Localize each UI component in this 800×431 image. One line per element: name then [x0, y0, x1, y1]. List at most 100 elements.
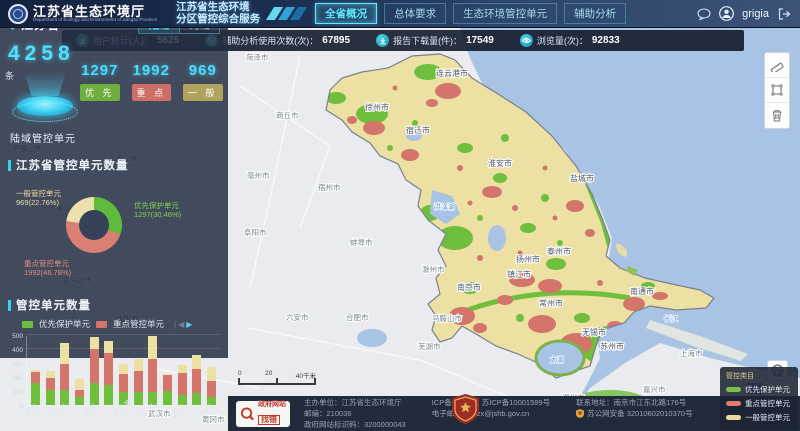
bar	[75, 379, 84, 405]
key-tag: 重 点	[132, 84, 172, 101]
count-priority: 1297 优 先	[80, 62, 120, 145]
footer-address: 南京市江东北路176号	[614, 398, 687, 407]
download-icon	[376, 34, 389, 47]
org-subtitle: Department of Ecology and Environment of…	[33, 18, 157, 23]
scale-tick: 40千米	[296, 370, 316, 380]
legend-pager[interactable]: |◀▶	[174, 320, 192, 329]
map-scale-bar: 0 20 40千米	[238, 370, 316, 385]
map-label: 镇江市	[507, 269, 531, 279]
legend-item-general: 一般管控单元	[726, 412, 792, 423]
logout-icon[interactable]	[777, 6, 792, 21]
measure-distance-icon[interactable]	[765, 53, 789, 78]
footer-zip: 210036	[327, 409, 352, 418]
scale-tick: 20	[265, 370, 272, 380]
total-units-value: 4258	[8, 42, 75, 65]
legend-chip-green	[22, 321, 33, 328]
donut-label-key: 重点管控单元1992(46.78%)	[24, 259, 71, 278]
donut-section-title: 江苏省管控单元数量	[8, 157, 220, 173]
avatar-icon[interactable]	[719, 6, 734, 21]
map-label: 商丘市	[276, 110, 299, 120]
username[interactable]: grigia	[742, 8, 769, 20]
map-label: 嘉兴市	[643, 384, 666, 394]
footer-host: 江苏省生态环境厅	[342, 398, 402, 407]
legend-chip-yellow	[726, 415, 741, 420]
map-label: 上海市	[680, 348, 703, 358]
bar	[163, 374, 172, 405]
header-decor-stripes	[266, 7, 307, 20]
tab-auxiliary-analysis[interactable]: 辅助分析	[564, 3, 626, 24]
map-label: 南京市	[457, 282, 481, 292]
map-label: 菏泽市	[246, 52, 269, 62]
footer-icp: 苏ICP备10001599号	[482, 398, 550, 407]
map-label: 徐州市	[365, 102, 389, 112]
police-badge-icon	[576, 409, 584, 418]
app-title-line2: 分区管控综合服务	[176, 14, 260, 25]
legend-item-priority: 优先保护单元	[726, 384, 792, 395]
map-label: 马鞍山市	[432, 313, 462, 323]
unit-counts: 1297 优 先 1992 重 点 969 一 般	[80, 62, 223, 145]
main-nav: 全省概况 总体要求 生态环境管控单元 辅助分析	[315, 3, 626, 24]
police-registration-link[interactable]: 苏公网安备 32010602010370号	[576, 408, 692, 419]
map-label: 阜阳市	[244, 227, 267, 237]
overview-block: 4258 条 陆域管控单元 1297 优 先 1992 重 点 969	[8, 42, 220, 145]
map-label: 合肥市	[346, 312, 369, 322]
map-label: 太湖	[550, 355, 564, 364]
map-label: 无锡市	[582, 327, 606, 337]
map-label: 蚌埠市	[350, 237, 373, 247]
bar-yaxis: 0100200300400500	[8, 336, 26, 406]
footer-col-1: 主办单位：江苏省生态环境厅 邮编：210036 政府网站标识码：32000000…	[304, 397, 406, 431]
message-icon[interactable]	[696, 6, 711, 21]
bar	[192, 355, 201, 405]
count-key: 1992 重 点	[132, 62, 172, 145]
total-units-unit: 条	[5, 71, 14, 81]
clear-trash-icon[interactable]	[765, 103, 789, 128]
map-legend: 管控类目 优先保护单元 重点管控单元 一般管控单元	[720, 367, 798, 430]
map-label: 扬州市	[516, 254, 540, 264]
bar: 连云港	[119, 364, 128, 405]
pedestal-graphic	[12, 94, 78, 124]
stat-report-downloads: 报告下载量(件)： 17549	[376, 34, 494, 47]
bar: 苏州	[90, 337, 99, 405]
tab-province-overview[interactable]: 全省概况	[315, 3, 377, 24]
donut-chart-wrap: 一般管控单元969(22.76%) 优先保护单元1297(30.46%) 重点管…	[8, 173, 220, 285]
map-label: 淮安市	[488, 158, 512, 168]
footer-col-2: ICP备案编号：苏ICP备10001599号 电子邮件：xxzx@jshb.go…	[432, 397, 550, 431]
bar	[134, 359, 143, 405]
sidebar: 江苏省 陆域 海域 4258 条 陆域管控单元 1297	[0, 8, 228, 358]
measure-area-icon[interactable]	[765, 78, 789, 103]
map-label: 洪泽湖	[434, 202, 455, 211]
stat-label: 辅助分析使用次数(次)：	[222, 34, 318, 47]
bar: 徐州	[60, 343, 69, 405]
bar: 盐城	[148, 336, 157, 405]
map-label: 六安市	[286, 312, 309, 322]
tab-overall-requirements[interactable]: 总体要求	[384, 3, 446, 24]
footer: 政府网站 找错 主办单位：江苏省生态环境厅 邮编：210036 政府网站标识码：…	[228, 396, 800, 431]
map-label: 常州市	[539, 298, 563, 308]
total-units-label: 陆域管控单元	[10, 130, 78, 145]
footer-site-code: 3200000043	[364, 420, 406, 429]
app-window: 江苏省生态环境厅 Department of Ecology and Envir…	[0, 0, 800, 431]
bar	[104, 341, 113, 405]
bar-chart-legend: 优先保护单元 重点管控单元 |◀▶	[22, 318, 220, 330]
donut-label-general: 一般管控单元969(22.76%)	[16, 189, 61, 208]
gov-site-error-badge[interactable]: 政府网站 找错	[236, 401, 290, 427]
org-logo-icon	[8, 4, 28, 24]
map-label: 泰州市	[547, 246, 571, 256]
stat-value: 67895	[322, 35, 350, 46]
map-label: 苏州市	[600, 341, 624, 351]
footer-col-3: 联系地址：南京市江东北路176号 苏公网安备 32010602010370号	[576, 397, 692, 431]
stat-value: 17549	[466, 35, 494, 46]
map-label: 宿迁市	[406, 125, 430, 135]
stat-label: 浏览量(次)：	[537, 34, 588, 47]
map-label: 滁州市	[422, 264, 445, 274]
map-label: 亳州市	[247, 170, 270, 180]
map-label: 连云港市	[436, 68, 468, 78]
tab-control-units[interactable]: 生态环境管控单元	[453, 3, 557, 24]
bar: 镇江	[178, 365, 187, 405]
magnifier-icon	[240, 406, 255, 422]
legend-item-key: 重点管控单元	[726, 398, 792, 409]
stat-value: 92833	[592, 35, 620, 46]
donut-chart	[66, 197, 122, 253]
priority-tag: 优 先	[80, 84, 120, 101]
map-legend-title: 管控类目	[726, 371, 792, 381]
